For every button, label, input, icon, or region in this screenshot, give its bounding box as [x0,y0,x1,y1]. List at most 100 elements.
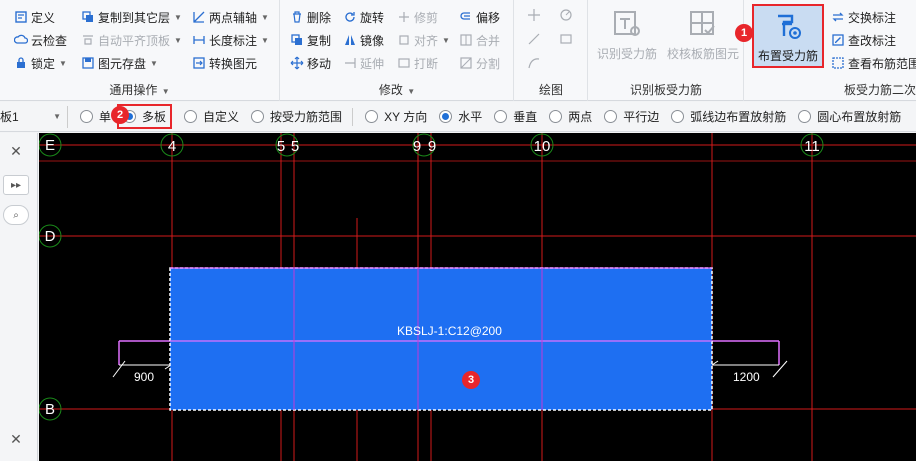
close-icon[interactable]: ✕ [3,429,29,449]
radio-by-range[interactable] [251,110,265,123]
trim-icon [397,10,411,24]
save-element-button[interactable]: 图元存盘 ▼ [81,52,158,74]
group-modify: 删除 旋转 修剪 偏移 复制 镜像 对齐 ▼ 合并 移动 延伸 打断 分割 修改… [281,0,514,101]
copy-button[interactable]: 复制 [290,29,331,51]
align-label: 对齐 [414,33,439,48]
direction-two-point[interactable]: 两点 [549,108,592,125]
radio-custom[interactable] [184,110,198,123]
app-window: 定义 云检查 锁定 ▼ 复制到其它层 ▼ 自动平齐顶板 ▼ 图元存盘 ▼ 两点辅… [0,0,916,461]
check-slab-rebar-button[interactable]: 校核板筋图元 [667,4,739,68]
edit-label-text: 查改标注 [848,33,897,48]
define-button[interactable]: 定义 [14,6,55,28]
radio-two-point[interactable] [549,110,563,123]
direction-arc-radial[interactable]: 弧线边布置放射筋 [671,108,786,125]
auto-align-top-button[interactable]: 自动平齐顶板 ▼ [81,29,182,51]
exchange-label-button[interactable]: 交换标注 [831,6,896,28]
offset-label: 偏移 [476,10,501,25]
two-point-axis-label: 两点辅轴 [209,10,258,25]
mirror-button[interactable]: 镜像 [343,29,384,51]
align-icon [397,33,411,47]
radio-horizontal[interactable] [439,110,453,123]
option-single[interactable]: 单 [80,108,111,125]
radio-single[interactable] [80,110,93,123]
rebar-label: KBSLJ-1:C12@200 [397,324,502,338]
layer-select[interactable]: 板1 ▼ [0,105,68,128]
identify-rebar-button[interactable]: 识别受力筋 [591,4,663,68]
cloud-check-button[interactable]: 云检查 [14,29,67,51]
point-icon[interactable] [527,8,541,22]
grid-label-5b: 5 [291,138,299,155]
radio-parallel-edge[interactable] [604,110,618,123]
align-button[interactable]: 对齐 ▼ [397,29,450,51]
exchange-label-text: 交换标注 [848,10,897,25]
break-button[interactable]: 打断 [397,52,438,74]
direction-vertical[interactable]: 垂直 [494,108,537,125]
layer-select-value: 板1 [0,110,19,124]
dim-tick-right-b [772,360,788,378]
split-label: 分割 [476,56,501,71]
direction-xy-label: XY 方向 [384,110,428,124]
convert-element-button[interactable]: 转换图元 [192,52,257,74]
break-icon [397,56,411,70]
auto-align-top-label: 自动平齐顶板 [98,33,171,48]
place-rebar-button[interactable]: 布置受力筋 [752,4,824,68]
direction-xy[interactable]: XY 方向 [365,108,427,125]
slab-region[interactable] [169,267,713,411]
circle-icon[interactable] [559,8,573,22]
merge-button[interactable]: 合并 [459,29,500,51]
direction-center-radial[interactable]: 圆心布置放射筋 [798,108,901,125]
identify-rebar-icon [611,8,643,40]
mirror-label: 镜像 [360,33,385,48]
delete-button[interactable]: 删除 [290,6,331,28]
rotate-button[interactable]: 旋转 [343,6,384,28]
expand-icon[interactable]: ▸▸ [3,175,29,195]
trim-button[interactable]: 修剪 [397,6,438,28]
convert-element-label: 转换图元 [209,56,258,71]
two-point-axis-button[interactable]: 两点辅轴 ▼ [192,6,269,28]
radio-center-radial[interactable] [798,110,812,123]
search-icon[interactable]: ⌕ [3,205,29,225]
arc-icon[interactable] [527,56,541,70]
line-icon[interactable] [527,32,541,46]
copy-to-layer-button[interactable]: 复制到其它层 ▼ [81,6,182,28]
grid-label-4: 4 [168,138,176,155]
view-range-button[interactable]: 查看布筋范围 [831,52,916,74]
merge-label: 合并 [476,33,501,48]
direction-vertical-label: 垂直 [513,110,538,124]
chevron-down-icon: ▼ [261,12,269,22]
chevron-down-icon: ▼ [442,35,450,45]
radio-vertical[interactable] [494,110,508,123]
direction-two-point-label: 两点 [568,110,593,124]
extend-button[interactable]: 延伸 [343,52,384,74]
place-rebar-icon [772,10,804,42]
check-slab-rebar-label: 校核板筋图元 [667,47,740,61]
direction-horizontal[interactable]: 水平 [439,108,482,125]
offset-button[interactable]: 偏移 [459,6,500,28]
lock-button[interactable]: 锁定 ▼ [14,52,67,74]
save-icon [81,56,95,70]
group-recognize: 识别受力筋 校核板筋图元 识别板受力筋 [589,0,744,101]
chevron-down-icon: ▼ [150,58,158,68]
view-range-icon [831,56,845,70]
radio-xy[interactable] [365,110,379,123]
rotate-icon [343,10,357,24]
radio-arc-radial[interactable] [671,110,685,123]
direction-center-radial-label: 圆心布置放射筋 [817,110,902,124]
direction-arc-radial-label: 弧线边布置放射筋 [690,110,787,124]
close-icon[interactable]: ✕ [3,141,29,161]
group-draw-title: 绘图 [538,83,563,97]
option-by-range[interactable]: 按受力筋范围 [251,108,342,125]
length-dim-button[interactable]: 长度标注 ▼ [192,29,269,51]
step-badge-2: 2 [111,106,129,124]
option-single-label: 单 [99,110,112,124]
chevron-down-icon: ▼ [59,58,67,68]
edit-label-button[interactable]: 查改标注 [831,29,896,51]
rectangle-icon[interactable] [559,32,573,46]
option-custom[interactable]: 自定义 [184,108,239,125]
move-button[interactable]: 移动 [290,52,331,74]
direction-parallel-edge[interactable]: 平行边 [604,108,659,125]
split-button[interactable]: 分割 [459,52,500,74]
axis-label-d: D [45,228,56,245]
drawing-canvas[interactable]: E D B 4 5 5 9 9 10 11 KBSLJ-1:C12@200 90… [39,133,916,461]
axis-icon [192,10,206,24]
